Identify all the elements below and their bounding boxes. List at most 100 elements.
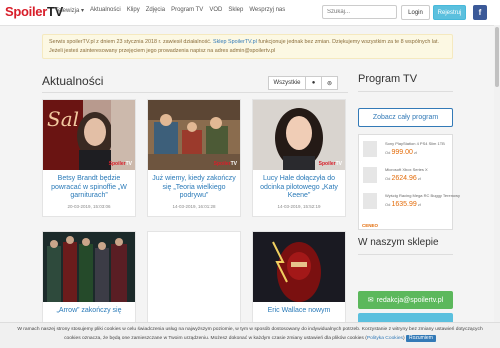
full-program-button[interactable]: Zobacz cały program	[358, 108, 453, 127]
news-card-date: 14-03-2019, 15:52:19	[277, 203, 321, 209]
ad-product-image[interactable]	[363, 193, 377, 209]
watermark-text-2: TV	[335, 161, 342, 167]
news-photo-flash	[253, 232, 345, 302]
notice-text-1: Serwis spoilerTV.pl z dniem 23 stycznia …	[49, 39, 213, 45]
news-card-image[interactable]: SpoilerTV	[148, 100, 240, 170]
news-photo-arrow	[43, 232, 135, 302]
shop-divider	[358, 254, 453, 255]
news-card-image[interactable]	[148, 232, 240, 302]
ad-product-price: Od 2624.96 zł	[385, 175, 421, 182]
watermark-text-1: Spoiler	[318, 161, 336, 167]
price-value: 999.00	[391, 149, 413, 156]
news-card-title[interactable]: Betsy Brandt będzie powracać w spinoffie…	[43, 170, 135, 201]
ad-product-name[interactable]: Microsoft Xbox Series X	[385, 167, 428, 172]
ceneo-logo[interactable]: CENEO	[362, 223, 378, 228]
ad-product-image[interactable]	[363, 141, 377, 157]
shop-link[interactable]: Sklep SpoilerTV.pl	[213, 39, 257, 45]
price-currency: zł	[417, 176, 421, 181]
shop-section-title: W naszym sklepie	[358, 237, 439, 248]
main-nav: Telewizja ▾ Aktualności Klipy Zdjęcia Pr…	[55, 7, 285, 14]
price-prefix: Od	[385, 176, 391, 181]
nav-item-program-tv[interactable]: Program TV	[171, 7, 203, 14]
news-card-title[interactable]: Eric Wallace nowym	[253, 302, 345, 316]
news-card-date: 14-03-2019, 16:01:28	[172, 203, 216, 209]
ad-product-image[interactable]	[363, 167, 377, 183]
cookie-accept-button[interactable]: Rozumiem	[405, 334, 436, 342]
news-card-title[interactable]: Lucy Hale dołączyła do odcinka pilotoweg…	[253, 170, 345, 201]
news-card[interactable]: SpoilerTV Lucy Hale dołączyła do odcinka…	[252, 99, 346, 217]
nav-item-sklep[interactable]: Sklep	[228, 7, 243, 14]
news-card[interactable]: „Arrow” zakończy się	[42, 231, 136, 331]
ad-product-price: Od 999.00 zł	[385, 149, 417, 156]
news-card-title[interactable]: Już wiemy, kiedy zakończy się „Teoria wi…	[148, 170, 240, 201]
watermark-text-1: Spoiler	[213, 161, 231, 167]
envelope-icon: ✉	[367, 297, 374, 304]
news-filters: Wszystkie ● ⊚	[268, 76, 338, 90]
news-card[interactable]: SpoilerTV Już wiemy, kiedy zakończy się …	[147, 99, 241, 217]
nav-item-klipy[interactable]: Klipy	[127, 7, 140, 14]
cookie-text-line2: cookies oznacza, że będą one zamieszczan…	[0, 334, 500, 344]
image-watermark: SpoilerTV	[109, 161, 132, 167]
news-card-title[interactable]	[148, 302, 240, 307]
cookie-text-body: cookies oznacza, że będą one zamieszczan…	[64, 335, 367, 341]
scrollbar-thumb[interactable]	[495, 27, 499, 87]
cookie-text-line1: W ramach naszej strony stosujemy pliki c…	[17, 327, 483, 332]
facebook-icon: f	[478, 8, 482, 17]
contact-email-button[interactable]: ✉ redakcja@spoilertv.pl	[358, 291, 453, 309]
ad-product-price: Od 1635.99 zł	[385, 201, 421, 208]
filter-all-button[interactable]: Wszystkie	[268, 76, 306, 90]
news-photo-big-bang-theory	[148, 100, 240, 170]
closure-notice: Serwis spoilerTV.pl z dniem 23 stycznia …	[42, 34, 453, 59]
ad-item[interactable]: Sony PlayStation 4 PS4 Slim 1TB Od 999.0…	[361, 139, 451, 161]
news-card-image[interactable]	[43, 232, 135, 302]
price-prefix: Od	[385, 202, 391, 207]
news-card-date: 20-03-2019, 15:03:06	[67, 203, 111, 209]
facebook-button[interactable]: f	[473, 5, 487, 20]
news-card[interactable]: Eric Wallace nowym	[252, 231, 346, 331]
login-button[interactable]: Login	[401, 5, 430, 20]
news-section-title: Aktualności	[42, 74, 104, 88]
search-input[interactable]	[322, 5, 397, 19]
news-photo-lucy-hale	[253, 100, 345, 170]
price-currency: zł	[414, 150, 417, 155]
nav-item-aktualnosci[interactable]: Aktualności	[90, 7, 121, 14]
nav-item-zdjecia[interactable]: Zdjęcia	[146, 7, 165, 14]
tv-program-title: Program TV	[358, 73, 418, 85]
news-card-image[interactable]: Sal SpoilerTV	[43, 100, 135, 170]
watermark-text-2: TV	[230, 161, 237, 167]
ad-product-name[interactable]: Sony PlayStation 4 PS4 Slim 1TB	[385, 141, 445, 146]
price-value: 2624.96	[391, 175, 417, 182]
image-watermark: SpoilerTV	[214, 161, 237, 167]
news-card-title[interactable]: „Arrow” zakończy się	[43, 302, 135, 316]
rss-icon: ⊚	[326, 80, 333, 87]
news-card-image[interactable]	[253, 232, 345, 302]
svg-text:Sal: Sal	[47, 107, 79, 131]
image-watermark: SpoilerTV	[319, 161, 342, 167]
cookie-policy-link[interactable]: Polityka Cookies	[367, 336, 403, 341]
nav-item-wesprzyj[interactable]: Wesprzyj nas	[249, 7, 285, 14]
contact-email-label: redakcja@spoilertv.pl	[376, 296, 444, 304]
top-navbar: SpoilerTV Telewizja ▾ Aktualności Klipy …	[0, 0, 500, 26]
cookie-consent-bar: W ramach naszej strony stosujemy pliki c…	[0, 322, 500, 348]
price-currency: zł	[417, 202, 421, 207]
ceneo-ad-widget: Sony PlayStation 4 PS4 Slim 1TB Od 999.0…	[358, 134, 460, 230]
news-card[interactable]	[147, 231, 241, 331]
ad-product-name[interactable]: Wyścig Racing Mega RC Buggy Terenowy	[385, 193, 460, 198]
watermark-text-1: Spoiler	[108, 161, 126, 167]
news-card-image[interactable]: SpoilerTV	[253, 100, 345, 170]
ad-item[interactable]: Wyścig Racing Mega RC Buggy Terenowy Od …	[361, 191, 460, 213]
nav-item-vod[interactable]: VOD	[209, 7, 222, 14]
logo-text-spoiler: Spoiler	[5, 4, 47, 19]
nav-item-telewizja[interactable]: Telewizja ▾	[55, 7, 84, 14]
filter-photo-button[interactable]: ●	[305, 76, 322, 90]
ad-item[interactable]: Microsoft Xbox Series X Od 2624.96 zł	[361, 165, 451, 187]
cookie-text-close: )	[402, 335, 405, 341]
tv-divider	[358, 91, 453, 92]
price-prefix: Od	[385, 150, 391, 155]
news-card[interactable]: Sal SpoilerTV Betsy Brandt będzie powrac…	[42, 99, 136, 217]
watermark-text-2: TV	[125, 161, 132, 167]
news-divider	[42, 92, 348, 93]
news-photo-betsy-brandt: Sal	[43, 100, 135, 170]
register-button[interactable]: Rejestruj	[433, 5, 466, 20]
filter-rss-button[interactable]: ⊚	[321, 76, 338, 90]
